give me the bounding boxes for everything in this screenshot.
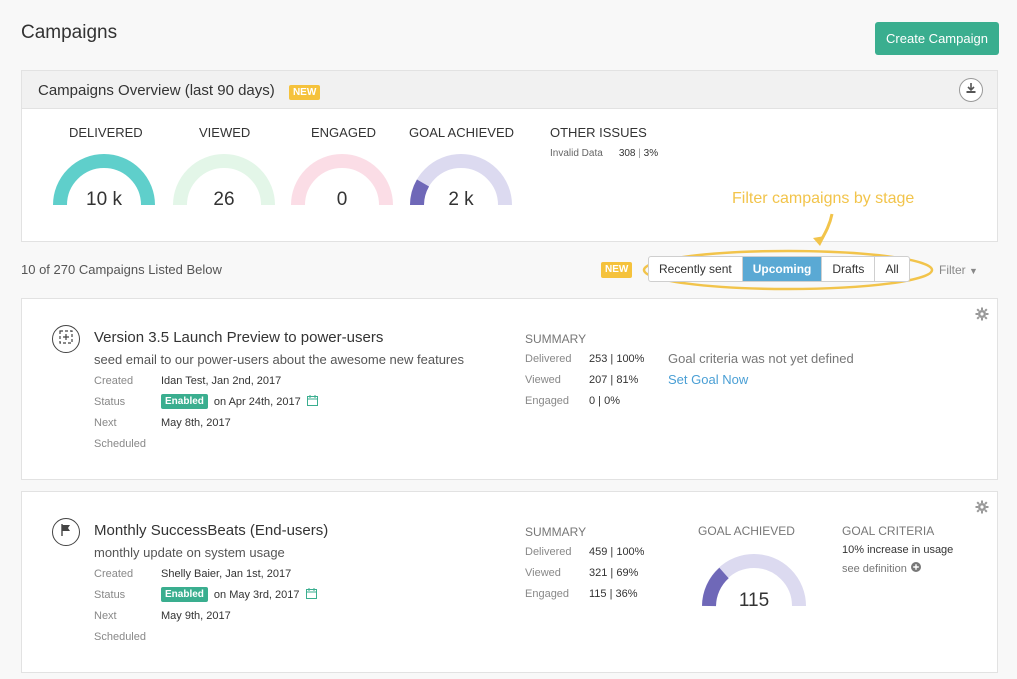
campaign-card: Version 3.5 Launch Preview to power-user… [21,298,998,480]
gear-icon[interactable] [975,500,989,514]
status-badge: Enabled [161,587,208,602]
engaged-value: 0 [336,189,348,210]
status-value: Enabled on Apr 24th, 2017 [161,394,318,409]
status-label: Status [94,396,126,408]
filter-label: Filter [939,263,966,277]
filter-dropdown[interactable]: Filter ▼ [939,263,978,277]
flag-icon [59,523,73,542]
annotation-text: Filter campaigns by stage [732,190,915,207]
summary-delivered-label: Delivered [525,353,572,365]
next-value: May 8th, 2017 [161,417,231,429]
created-value: Idan Test, Jan 2nd, 2017 [161,375,282,387]
plus-circle-icon [910,562,921,575]
calendar-icon[interactable] [305,587,317,602]
status-badge: Enabled [161,394,208,409]
summary-title: SUMMARY [525,525,587,539]
target-icon [59,329,73,349]
invalid-data-row: Invalid Data 308 | 3% [550,148,658,159]
summary-engaged-value: 0 | 0% [589,395,620,407]
scheduled-label: Scheduled [94,631,146,643]
metric-engaged-label: ENGAGED [311,125,377,140]
metric-goal-achieved-label: GOAL ACHIEVED [409,125,514,140]
overview-title: Campaigns Overview (last 90 days) NEW [38,82,321,100]
campaign-description: seed email to our power-users about the … [94,352,464,367]
overview-title-text: Campaigns Overview (last 90 days) [38,82,275,99]
set-goal-link[interactable]: Set Goal Now [668,372,748,387]
next-label: Next [94,610,117,622]
campaign-title[interactable]: Monthly SuccessBeats (End-users) [94,522,328,539]
goal-note: Goal criteria was not yet defined [668,351,854,366]
summary-engaged-label: Engaged [525,395,570,407]
delivered-value: 10 k [86,189,122,210]
new-badge: NEW [288,85,321,100]
invalid-data-value: 308 | 3% [618,148,659,159]
campaign-goal-value: 115 [738,590,770,611]
see-definition-label: see definition [842,562,907,575]
created-label: Created [94,375,134,387]
campaign-type-icon [52,518,80,546]
viewed-value: 26 [213,189,235,210]
summary-viewed-label: Viewed [525,567,561,579]
invalid-data-count: 308 [618,148,636,159]
metric-delivered-label: DELIVERED [69,125,143,140]
calendar-icon[interactable] [306,394,318,409]
see-definition-link[interactable]: see definition [842,562,921,575]
goal-achieved-value: 2 k [448,189,474,210]
scheduled-label: Scheduled [94,438,146,450]
stage-filter-tabs: Recently sent Upcoming Drafts All [648,256,910,282]
status-date: on Apr 24th, 2017 [213,395,301,408]
goal-criteria-title: GOAL CRITERIA [842,524,935,538]
summary-engaged-label: Engaged [525,588,570,600]
created-value: Shelly Baier, Jan 1st, 2017 [161,568,292,580]
create-campaign-button[interactable]: Create Campaign [875,22,999,55]
campaign-type-icon [52,325,80,353]
next-value: May 9th, 2017 [161,610,231,622]
gear-icon[interactable] [975,307,989,321]
summary-viewed-value: 321 | 69% [589,567,639,579]
campaign-description: monthly update on system usage [94,545,285,560]
next-label: Next [94,417,117,429]
summary-viewed-value: 207 | 81% [589,374,639,386]
caret-down-icon: ▼ [969,266,978,276]
download-icon [965,81,977,99]
goal-achieved-title: GOAL ACHIEVED [698,524,795,538]
campaigns-count: 10 of 270 Campaigns Listed Below [21,262,222,277]
summary-engaged-value: 115 | 36% [589,588,638,600]
campaign-card: Monthly SuccessBeats (End-users) monthly… [21,491,998,673]
other-issues-title: OTHER ISSUES [550,125,647,140]
campaign-title[interactable]: Version 3.5 Launch Preview to power-user… [94,329,383,346]
list-new-badge: NEW [601,262,633,278]
metric-viewed-label: VIEWED [199,125,251,140]
summary-delivered-value: 459 | 100% [589,546,645,558]
invalid-data-pct: 3% [643,148,659,159]
tab-upcoming[interactable]: Upcoming [742,257,823,281]
status-value: Enabled on May 3rd, 2017 [161,587,317,602]
download-button[interactable] [959,78,983,102]
goal-criteria-text: 10% increase in usage [842,544,954,556]
summary-delivered-value: 253 | 100% [589,353,645,365]
summary-title: SUMMARY [525,332,587,346]
status-label: Status [94,589,126,601]
status-date: on May 3rd, 2017 [213,588,300,601]
invalid-data-label: Invalid Data [550,148,603,159]
summary-viewed-label: Viewed [525,374,561,386]
overview-header: Campaigns Overview (last 90 days) NEW [22,71,997,109]
page-title: Campaigns [21,22,118,43]
summary-delivered-label: Delivered [525,546,572,558]
tab-drafts[interactable]: Drafts [822,257,876,281]
created-label: Created [94,568,134,580]
tab-recently-sent[interactable]: Recently sent [649,257,743,281]
tab-all[interactable]: All [875,257,908,281]
